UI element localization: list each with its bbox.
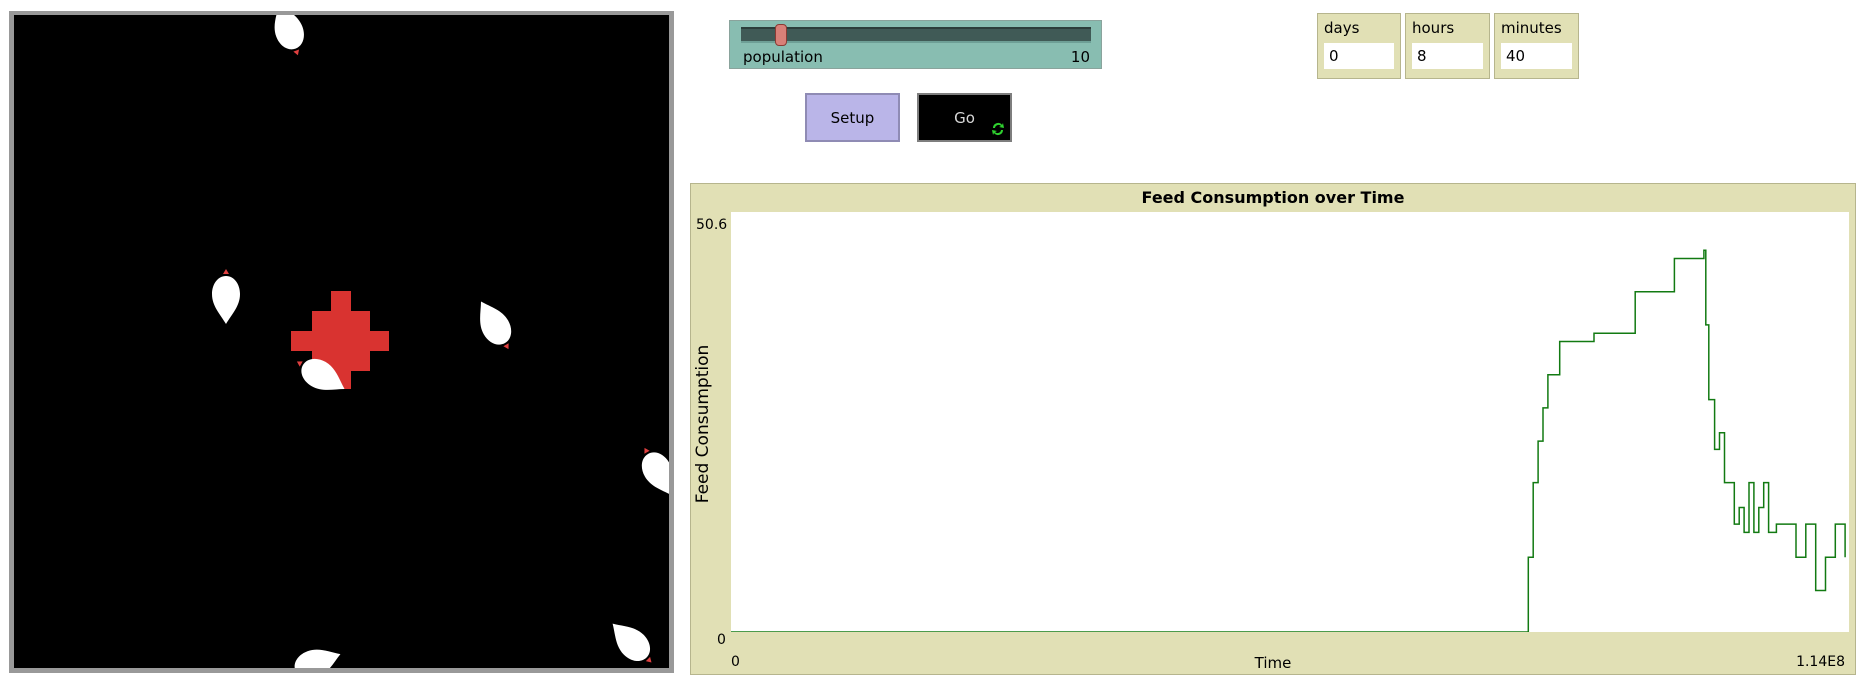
monitor-days: days 0 (1317, 13, 1401, 79)
slider-label: population (743, 48, 823, 66)
chicken-icon (283, 640, 346, 668)
monitor-label: hours (1412, 19, 1455, 37)
monitor-hours: hours 8 (1405, 13, 1490, 79)
slider-value: 10 (1070, 48, 1090, 66)
chicken-icon (468, 294, 521, 357)
go-button[interactable]: Go (917, 93, 1012, 142)
y-axis-min-label: 0 (717, 632, 726, 648)
setup-button[interactable]: Setup (805, 93, 900, 142)
world-view[interactable] (14, 15, 669, 668)
population-slider[interactable]: population 10 (729, 20, 1102, 69)
y-axis-max-label: 50.6 (696, 217, 728, 233)
monitor-minutes: minutes 40 (1494, 13, 1579, 79)
monitor-label: minutes (1501, 19, 1562, 37)
setup-button-label: Setup (830, 108, 875, 127)
plot-canvas (731, 249, 1846, 632)
chicken-icon (632, 440, 669, 503)
slider-handle[interactable] (774, 24, 787, 46)
plot-area (731, 212, 1849, 632)
world-view-canvas (212, 15, 669, 668)
y-axis-label: Feed Consumption (693, 344, 713, 504)
series-line-0 (731, 249, 1846, 632)
slider-track[interactable] (741, 27, 1091, 43)
chicken-icon (602, 613, 662, 668)
chicken-icon (212, 269, 240, 324)
monitor-value: 40 (1501, 43, 1572, 69)
forever-arrows-icon (992, 123, 1004, 135)
go-button-label: Go (954, 108, 975, 127)
x-axis-label: Time (1254, 654, 1292, 672)
feed-consumption-plot[interactable]: Feed Consumption over Time 50.6 0 0 1.14… (690, 183, 1856, 675)
monitor-label: days (1324, 19, 1360, 37)
chicken-icon (265, 15, 312, 61)
plot-title: Feed Consumption over Time (1141, 188, 1405, 207)
monitor-value: 0 (1324, 43, 1394, 69)
monitor-value: 8 (1412, 43, 1483, 69)
